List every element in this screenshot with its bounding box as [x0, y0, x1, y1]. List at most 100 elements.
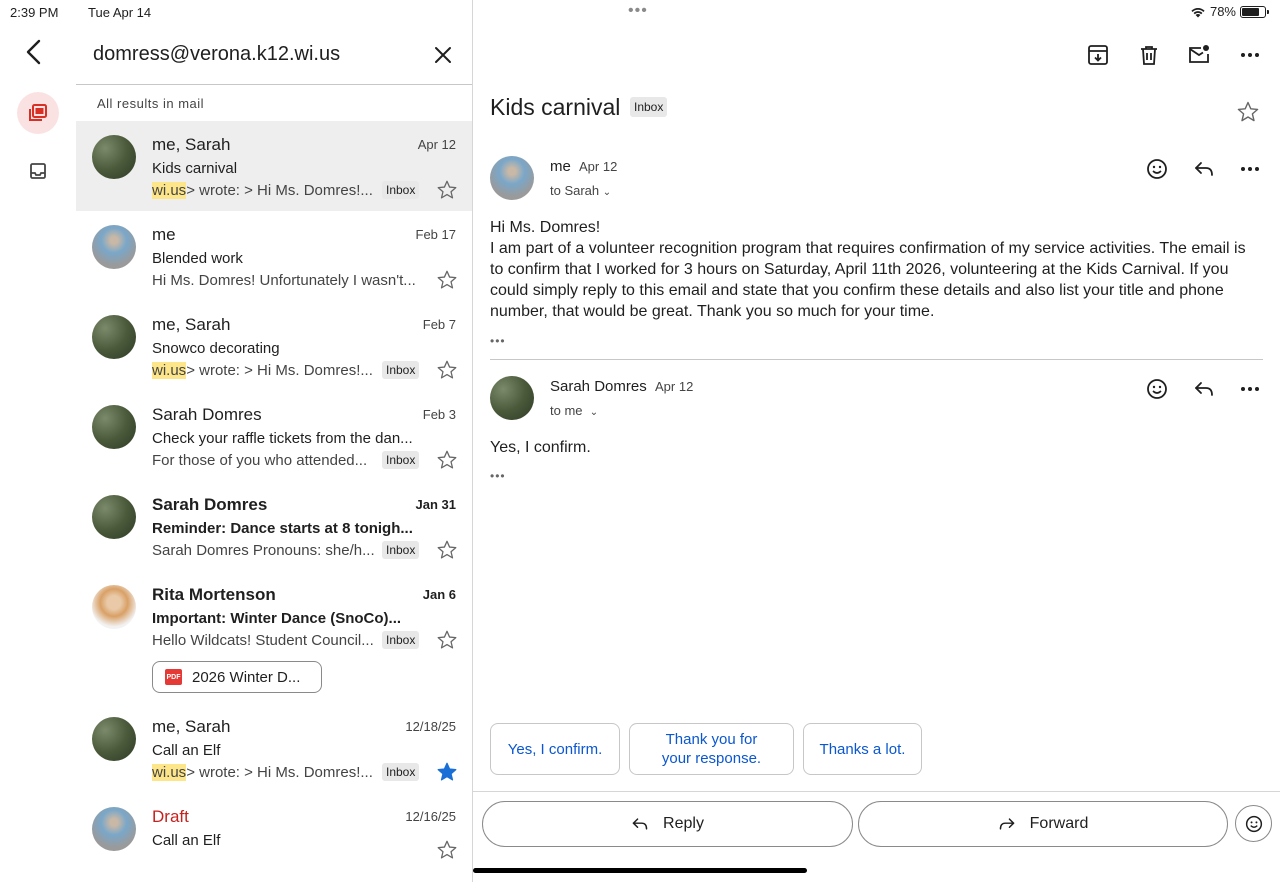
avatar[interactable]	[92, 585, 136, 629]
archive-icon[interactable]	[1087, 44, 1109, 66]
mail-snippet: wi.us> wrote: > Hi Ms. Domres!...	[152, 182, 373, 199]
all-mail-rail-button[interactable]	[17, 92, 59, 134]
list-item[interactable]: me, Sarah 12/18/25 Call an Elf wi.us> wr…	[76, 703, 472, 793]
forward-button[interactable]: Forward	[858, 801, 1228, 847]
status-right: 78%	[1190, 4, 1269, 19]
mail-list: me, Sarah Apr 12 Kids carnival wi.us> wr…	[76, 121, 472, 882]
avatar[interactable]	[92, 717, 136, 761]
show-trimmed-content[interactable]: •••	[490, 469, 506, 483]
mail-subject: Kids carnival	[152, 160, 238, 177]
star-icon[interactable]	[436, 839, 458, 861]
list-item[interactable]: Draft 12/16/25 Call an Elf	[76, 793, 472, 882]
message-greeting: Hi Ms. Domres!	[490, 219, 601, 236]
message-body: Hi Ms. Domres! I am part of a volunteer …	[490, 217, 1260, 322]
mail-date: 12/16/25	[405, 809, 456, 824]
chevron-down-icon: ⌄	[602, 187, 612, 198]
avatar[interactable]	[92, 135, 136, 179]
reply-label: Reply	[663, 815, 704, 832]
avatar[interactable]	[92, 405, 136, 449]
more-options-icon[interactable]	[1239, 44, 1261, 66]
search-input[interactable]: domress@verona.k12.wi.us	[93, 43, 340, 66]
smart-reply-button[interactable]: Yes, I confirm.	[490, 723, 620, 775]
avatar[interactable]	[92, 315, 136, 359]
thread-label-chip[interactable]: Inbox	[630, 97, 668, 117]
avatar[interactable]	[92, 495, 136, 539]
inbox-label-chip: Inbox	[382, 763, 420, 781]
react-emoji-button[interactable]	[1235, 805, 1272, 842]
star-icon[interactable]	[436, 269, 458, 291]
avatar[interactable]	[92, 807, 136, 851]
mail-snippet: Sarah Domres Pronouns: she/h...	[152, 542, 375, 559]
star-icon[interactable]	[436, 359, 458, 381]
message-body: Yes, I confirm.	[490, 439, 591, 456]
add-reaction-icon[interactable]	[1146, 158, 1168, 180]
star-icon[interactable]	[436, 629, 458, 651]
list-item[interactable]: Rita Mortenson Jan 6 Important: Winter D…	[76, 571, 472, 703]
smart-reply-button[interactable]: Thanks a lot.	[803, 723, 922, 775]
inbox-label-chip: Inbox	[382, 451, 420, 469]
avatar[interactable]	[490, 156, 534, 200]
mail-date: Jan 31	[415, 497, 456, 512]
star-icon[interactable]	[436, 179, 458, 201]
mail-sender: me, Sarah	[152, 135, 231, 154]
mail-subject: Call an Elf	[152, 742, 221, 759]
message-recipients[interactable]: to Sarah ⌄	[550, 183, 611, 198]
list-item[interactable]: Sarah Domres Feb 3 Check your raffle tic…	[76, 391, 472, 481]
star-filled-icon[interactable]	[436, 761, 458, 783]
avatar[interactable]	[92, 225, 136, 269]
avatar[interactable]	[490, 376, 534, 420]
inbox-label-chip: Inbox	[382, 181, 420, 199]
message-recipients[interactable]: to me ⌄	[550, 403, 598, 418]
pane-separator[interactable]	[472, 0, 473, 882]
list-item[interactable]: me, Sarah Apr 12 Kids carnival wi.us> wr…	[76, 121, 472, 211]
multitasking-dots[interactable]: •••	[628, 2, 648, 20]
message-sender[interactable]: Sarah Domres	[550, 378, 647, 395]
more-options-icon[interactable]	[1239, 378, 1261, 400]
all-mail-icon	[29, 104, 47, 121]
mail-sender-draft: Draft	[152, 807, 189, 826]
more-options-icon[interactable]	[1239, 158, 1261, 180]
reply-icon[interactable]	[1193, 158, 1215, 180]
search-highlight: wi.us	[152, 362, 187, 379]
message-divider	[490, 359, 1263, 360]
list-item[interactable]: me, Sarah Feb 7 Snowco decorating wi.us>…	[76, 301, 472, 391]
mail-sender: me, Sarah	[152, 315, 231, 334]
inbox-label-chip: Inbox	[382, 541, 420, 559]
attachment-chip[interactable]: PDF 2026 Winter D...	[152, 661, 322, 693]
show-trimmed-content[interactable]: •••	[490, 334, 506, 348]
results-label: All results in mail	[97, 96, 205, 111]
list-item[interactable]: Sarah Domres Jan 31 Reminder: Dance star…	[76, 481, 472, 571]
mail-snippet: wi.us> wrote: > Hi Ms. Domres!...	[152, 362, 373, 379]
star-icon[interactable]	[436, 539, 458, 561]
home-indicator[interactable]	[473, 868, 807, 873]
trash-icon[interactable]	[1138, 44, 1160, 66]
mail-subject: Check your raffle tickets from the dan..…	[152, 430, 413, 447]
back-arrow-icon[interactable]	[22, 38, 46, 66]
reply-button[interactable]: Reply	[482, 801, 853, 847]
star-icon[interactable]	[1236, 100, 1260, 124]
thread-title: Kids carnival	[490, 94, 621, 120]
mail-snippet-text: > wrote: > Hi Ms. Domres!...	[186, 362, 373, 379]
status-date: Tue Apr 14	[88, 5, 152, 20]
inbox-rail-button[interactable]	[17, 150, 59, 192]
battery-fill	[1242, 7, 1260, 16]
smart-reply-button[interactable]: Thank you for your response.	[629, 723, 794, 775]
add-reaction-icon[interactable]	[1146, 378, 1168, 400]
battery-icon	[1240, 5, 1269, 18]
mark-unread-icon[interactable]	[1188, 44, 1210, 66]
status-time: 2:39 PM	[10, 5, 59, 20]
action-bar-divider	[473, 791, 1280, 792]
list-item[interactable]: me Feb 17 Blended work Hi Ms. Domres! Un…	[76, 211, 472, 301]
mail-date: Feb 17	[415, 227, 456, 242]
mail-sender: Sarah Domres	[152, 405, 262, 424]
star-icon[interactable]	[436, 449, 458, 471]
close-icon[interactable]	[432, 44, 454, 66]
mail-snippet: Hi Ms. Domres! Unfortunately I wasn't...	[152, 272, 416, 289]
emoji-icon	[1245, 815, 1262, 832]
forward-icon	[999, 818, 1014, 830]
gmail-ipad-screen: 2:39 PM Tue Apr 14 ••• 78% domress@veron…	[0, 0, 1280, 882]
reply-icon[interactable]	[1193, 378, 1215, 400]
message-sender[interactable]: me	[550, 158, 571, 175]
mail-snippet: wi.us> wrote: > Hi Ms. Domres!...	[152, 764, 373, 781]
search-highlight: wi.us	[152, 764, 187, 781]
